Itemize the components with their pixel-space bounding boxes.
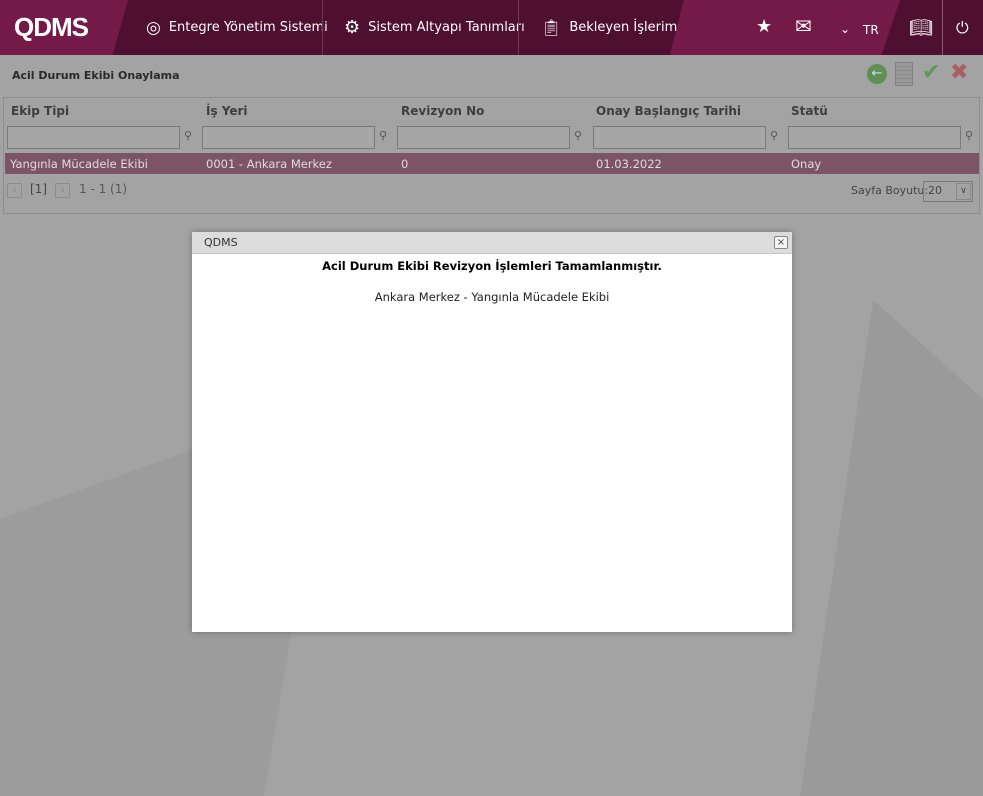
dialog-message: Ankara Merkez - Yangınla Mücadele Ekibi [374,290,610,304]
column-header[interactable]: Onay Başlangıç Tarihi [596,104,741,118]
dialog-heading: Acil Durum Ekibi Revizyon İşlemleri Tama… [322,259,662,273]
approve-check-icon[interactable]: ✔ [922,60,940,85]
column-header[interactable]: Ekip Tipi [11,104,69,118]
background-shape [800,300,983,796]
language-selector[interactable]: TR [863,23,879,37]
filter-icon[interactable]: ⚲ [379,129,387,142]
dialog-title: QDMS [204,236,238,249]
page-title: Acil Durum Ekibi Onaylama [12,69,180,82]
column-header[interactable]: Statü [791,104,828,118]
column-header[interactable]: Revizyon No [401,104,484,118]
clipboard-icon: 📋︎ [541,18,562,37]
nav-sistem-altyapi[interactable]: ⚙ Sistem Altyapı Tanımları [344,0,525,55]
page-size-label: Sayfa Boyutu: [851,184,929,197]
filter-input[interactable] [397,126,570,149]
filter-icon[interactable]: ⚲ [184,129,192,142]
filter-icon[interactable]: ⚲ [965,129,973,142]
nav-entegre-yonetim[interactable]: ◎ Entegre Yönetim Sistemi [146,0,328,55]
mail-icon[interactable]: ✉ [795,14,812,38]
filter-icon[interactable]: ⚲ [574,129,582,142]
chevron-down-icon: ∨ [956,183,971,200]
book-help-icon[interactable]: 📖︎ [909,16,933,39]
back-icon[interactable]: ← [867,64,887,84]
next-page-button[interactable]: › [55,183,70,198]
qdms-logo[interactable]: QDMS [0,0,128,55]
column-header[interactable]: İş Yeri [206,104,248,118]
power-icon[interactable]: ⏻ [956,18,969,38]
data-grid: Ekip Tipi İş Yeri Revizyon No Onay Başla… [3,97,980,214]
reject-x-icon[interactable]: ✖ [950,60,968,85]
close-icon[interactable]: × [774,236,788,249]
page-size-select[interactable]: 20 ∨ [923,181,973,202]
prev-page-button[interactable]: ‹ [7,183,22,198]
page-range: 1 - 1 (1) [79,182,128,196]
modal-dialog: QDMS × Acil Durum Ekibi Revizyon İşlemle… [192,232,792,632]
star-icon[interactable]: ★ [756,16,772,37]
filter-icon[interactable]: ⚲ [770,129,778,142]
nav-bekleyen-islerim[interactable]: 📋︎ Bekleyen İşlerim [541,0,677,55]
gear-icon: ⚙ [344,17,361,38]
table-row[interactable]: Yangınla Mücadele Ekibi 0001 - Ankara Me… [5,153,979,174]
list-icon[interactable] [895,62,913,86]
q-icon: ◎ [146,17,161,38]
filter-input[interactable] [788,126,961,149]
filter-input[interactable] [593,126,766,149]
top-navbar: QDMS ◎ Entegre Yönetim Sistemi ⚙ Sistem Al… [0,0,983,55]
current-page[interactable]: [1] [30,182,47,196]
filter-input[interactable] [202,126,375,149]
filter-input[interactable] [7,126,180,149]
chevron-down-icon[interactable]: ⌄ [840,22,850,36]
dialog-titlebar[interactable]: QDMS × [192,232,792,254]
